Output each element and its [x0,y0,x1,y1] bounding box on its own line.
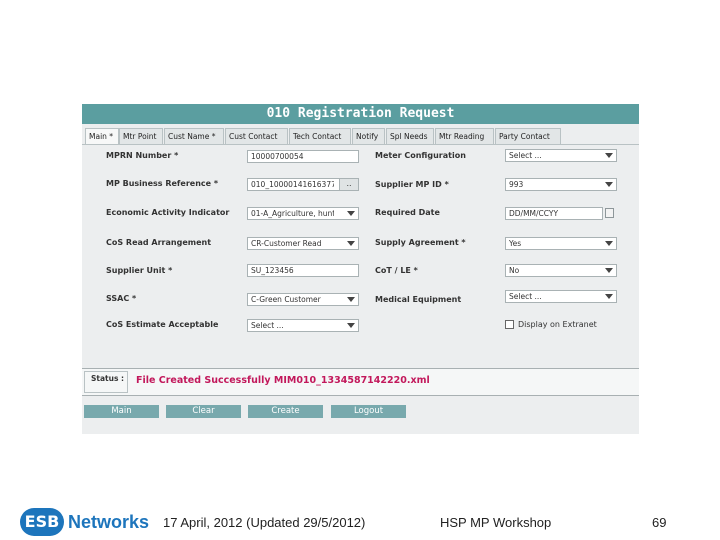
label-economic-activity-indicator: Economic Activity Indicator [106,208,230,217]
chevron-down-icon [347,241,355,246]
logout-button[interactable]: Logout [331,405,406,418]
chevron-down-icon [605,153,613,158]
supplier-unit-input[interactable]: SU_123456 [247,264,359,277]
lookup-button[interactable]: .. [339,179,358,190]
create-button[interactable]: Create [248,405,323,418]
label-cos-read-arrangement: CoS Read Arrangement [106,238,212,247]
footer-title: HSP MP Workshop [440,515,552,530]
tab-mtr-reading[interactable]: Mtr Reading [435,128,494,144]
label-supplier-mp-id: Supplier MP ID * [375,180,449,189]
tab-spl-needs[interactable]: Spl Needs [386,128,434,144]
tab-main[interactable]: Main * [85,128,119,144]
cos-estimate-acceptable-select[interactable]: Select ... [247,319,359,332]
calendar-icon[interactable] [605,208,614,218]
status-message: File Created Successfully MIM010_1334587… [136,375,430,386]
supply-agreement-select[interactable]: Yes [505,237,617,250]
display-on-extranet-label: Display on Extranet [518,320,597,329]
chevron-down-icon [347,211,355,216]
label-mprn-number: MPRN Number * [106,151,179,160]
clear-button[interactable]: Clear [166,405,241,418]
tab-tech-contact[interactable]: Tech Contact [289,128,351,144]
chevron-down-icon [605,268,613,273]
footer-date: 17 April, 2012 (Updated 29/5/2012) [163,515,366,530]
medical-equipment-select[interactable]: Select ... [505,290,617,303]
esb-logo-icon: ESB [20,508,64,536]
label-medical-equipment: Medical Equipment [375,295,462,304]
mp-business-reference-input[interactable]: 010_10000141616377.. [247,178,359,191]
esb-networks-logo: ESB Networks [20,506,149,538]
tab-party-contact[interactable]: Party Contact [495,128,561,144]
chevron-down-icon [347,297,355,302]
window-title: 010 Registration Request [82,104,639,124]
label-supplier-unit: Supplier Unit * [106,266,173,275]
tab-cust-name[interactable]: Cust Name * [164,128,224,144]
cot-le-select[interactable]: No [505,264,617,277]
main-button[interactable]: Main [84,405,159,418]
status-label: Status : [84,371,128,393]
logo-text: Networks [68,512,150,532]
label-mp-business-reference: MP Business Reference * [106,179,219,188]
economic-activity-select[interactable]: 01-A_Agriculture, hunting [247,207,359,220]
required-date-input[interactable]: DD/MM/CCYY [505,207,603,220]
mprn-number-input[interactable]: 10000700054 [247,150,359,163]
supplier-mp-id-select[interactable]: 993 [505,178,617,191]
tab-mtr-point[interactable]: Mtr Point [119,128,163,144]
status-bar: Status : File Created Successfully MIM01… [82,368,639,396]
tab-divider [82,144,639,145]
tab-bar: Main * Mtr Point Cust Name * Cust Contac… [82,128,639,144]
tab-cust-contact[interactable]: Cust Contact [225,128,288,144]
chevron-down-icon [347,323,355,328]
label-cos-estimate-acceptable: CoS Estimate Acceptable [106,320,219,329]
label-meter-configuration: Meter Configuration [375,151,466,160]
label-required-date: Required Date [375,208,440,217]
label-ssac: SSAC * [106,294,137,303]
display-on-extranet-checkbox[interactable] [505,320,514,329]
meter-configuration-select[interactable]: Select ... [505,149,617,162]
tab-notify[interactable]: Notify [352,128,385,144]
page-number: 69 [652,515,667,530]
label-supply-agreement: Supply Agreement * [375,238,466,247]
chevron-down-icon [605,182,613,187]
ssac-select[interactable]: C-Green Customer [247,293,359,306]
chevron-down-icon [605,241,613,246]
label-cot-le: CoT / LE * [375,266,418,275]
cos-read-arrangement-select[interactable]: CR-Customer Read [247,237,359,250]
chevron-down-icon [605,294,613,299]
